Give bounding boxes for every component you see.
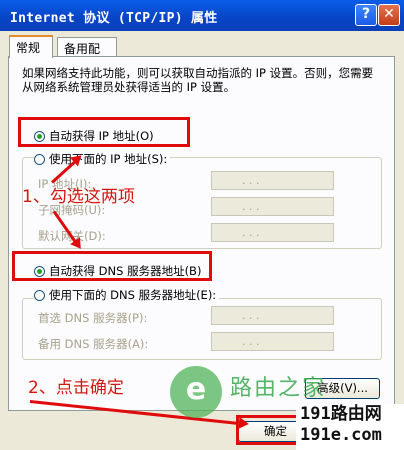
description-text: 如果网络支持此功能，则可以获取自动指派的 IP 设置。否则，您需要从网络系统管理… xyxy=(22,66,374,94)
help-icon: ? xyxy=(361,6,371,22)
ip-address-field: . . . xyxy=(211,171,334,190)
watermark-text: 路由之家 xyxy=(230,376,327,401)
site-stamp: 191路由网 191e.com xyxy=(296,404,404,450)
alternate-dns-dots: . . . xyxy=(242,335,260,348)
close-icon: ✕ xyxy=(383,6,395,22)
title-bar: Internet 协议 (TCP/IP) 属性 ? ✕ xyxy=(0,0,404,31)
alternate-dns-label: 备用 DNS 服务器(A): xyxy=(38,337,149,351)
site-stamp-line2: 191e.com xyxy=(300,425,382,445)
manual-ip-label: 使用下面的 IP 地址(S): xyxy=(49,152,168,166)
watermark-logo-glyph: e xyxy=(185,372,207,407)
watermark-logo-icon: e xyxy=(170,366,222,418)
auto-dns-highlight xyxy=(12,251,212,281)
site-stamp-line1: 191路由网 xyxy=(300,404,382,424)
preferred-dns-label: 首选 DNS 服务器(P): xyxy=(38,311,148,325)
default-gateway-field: . . . xyxy=(211,223,334,242)
manual-dns-radio[interactable] xyxy=(34,289,45,301)
tab-general[interactable]: 常规 xyxy=(9,35,53,58)
preferred-dns-dots: . . . xyxy=(242,309,260,322)
help-button[interactable]: ? xyxy=(355,4,377,26)
subnet-mask-field: . . . xyxy=(211,197,334,216)
auto-ip-highlight xyxy=(18,117,190,147)
manual-ip-radio-row[interactable]: 使用下面的 IP 地址(S): xyxy=(34,151,171,167)
ip-address-dots: . . . xyxy=(242,174,260,187)
manual-ip-radio[interactable] xyxy=(34,153,45,165)
alternate-dns-field: . . . xyxy=(211,332,334,351)
subnet-mask-dots: . . . xyxy=(242,200,260,213)
step1-annotation: 1、勾选这两项 xyxy=(22,187,135,207)
manual-dns-radio-row[interactable]: 使用下面的 DNS 服务器地址(E): xyxy=(34,287,220,303)
preferred-dns-field: . . . xyxy=(211,306,334,325)
default-gateway-dots: . . . xyxy=(242,226,260,239)
tab-alternate-config[interactable]: 备用配置 xyxy=(57,37,117,73)
window-title: Internet 协议 (TCP/IP) 属性 xyxy=(10,11,218,26)
close-button[interactable]: ✕ xyxy=(378,4,400,26)
manual-dns-label: 使用下面的 DNS 服务器地址(E): xyxy=(49,288,217,302)
step2-annotation: 2、点击确定 xyxy=(28,378,124,398)
